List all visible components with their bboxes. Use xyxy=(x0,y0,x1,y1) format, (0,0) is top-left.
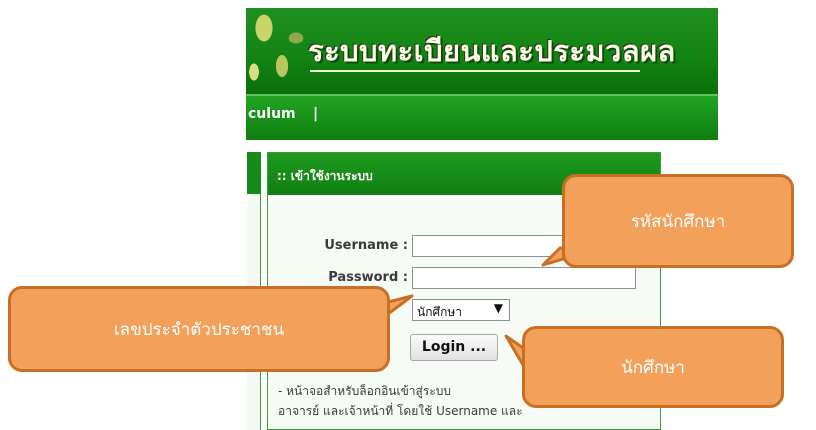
username-label: Username : xyxy=(324,238,408,253)
user-type-callout: นักศึกษา xyxy=(522,326,784,408)
password-callout: เลขประจำตัวประชาชน xyxy=(8,286,390,372)
password-label: Password : xyxy=(328,270,408,285)
nav-item-curriculum[interactable]: culum xyxy=(248,106,296,122)
left-side-panel-header xyxy=(247,152,261,194)
nav-separator: | xyxy=(313,106,319,122)
username-callout: รหัสนักศึกษา xyxy=(562,174,794,268)
login-panel-title: :: เข้าใช้งานระบบ xyxy=(277,169,373,183)
user-type-select[interactable]: นักศึกษา ▼ xyxy=(412,299,510,321)
nav-bar: culum | xyxy=(246,94,718,140)
title-underline xyxy=(310,70,640,72)
login-button[interactable]: Login ... xyxy=(410,334,498,361)
header-banner: ระบบทะเบียนและประมวลผล xyxy=(246,8,718,94)
description-line-2: อาจารย์ และเจ้าหน้าที่ โดยใช้ Username แ… xyxy=(278,404,523,418)
password-input[interactable] xyxy=(412,267,636,289)
dropdown-arrow-icon: ▼ xyxy=(493,301,503,315)
system-title: ระบบทะเบียนและประมวลผล xyxy=(308,34,676,68)
user-type-selected-value: นักศึกษา xyxy=(417,305,462,319)
